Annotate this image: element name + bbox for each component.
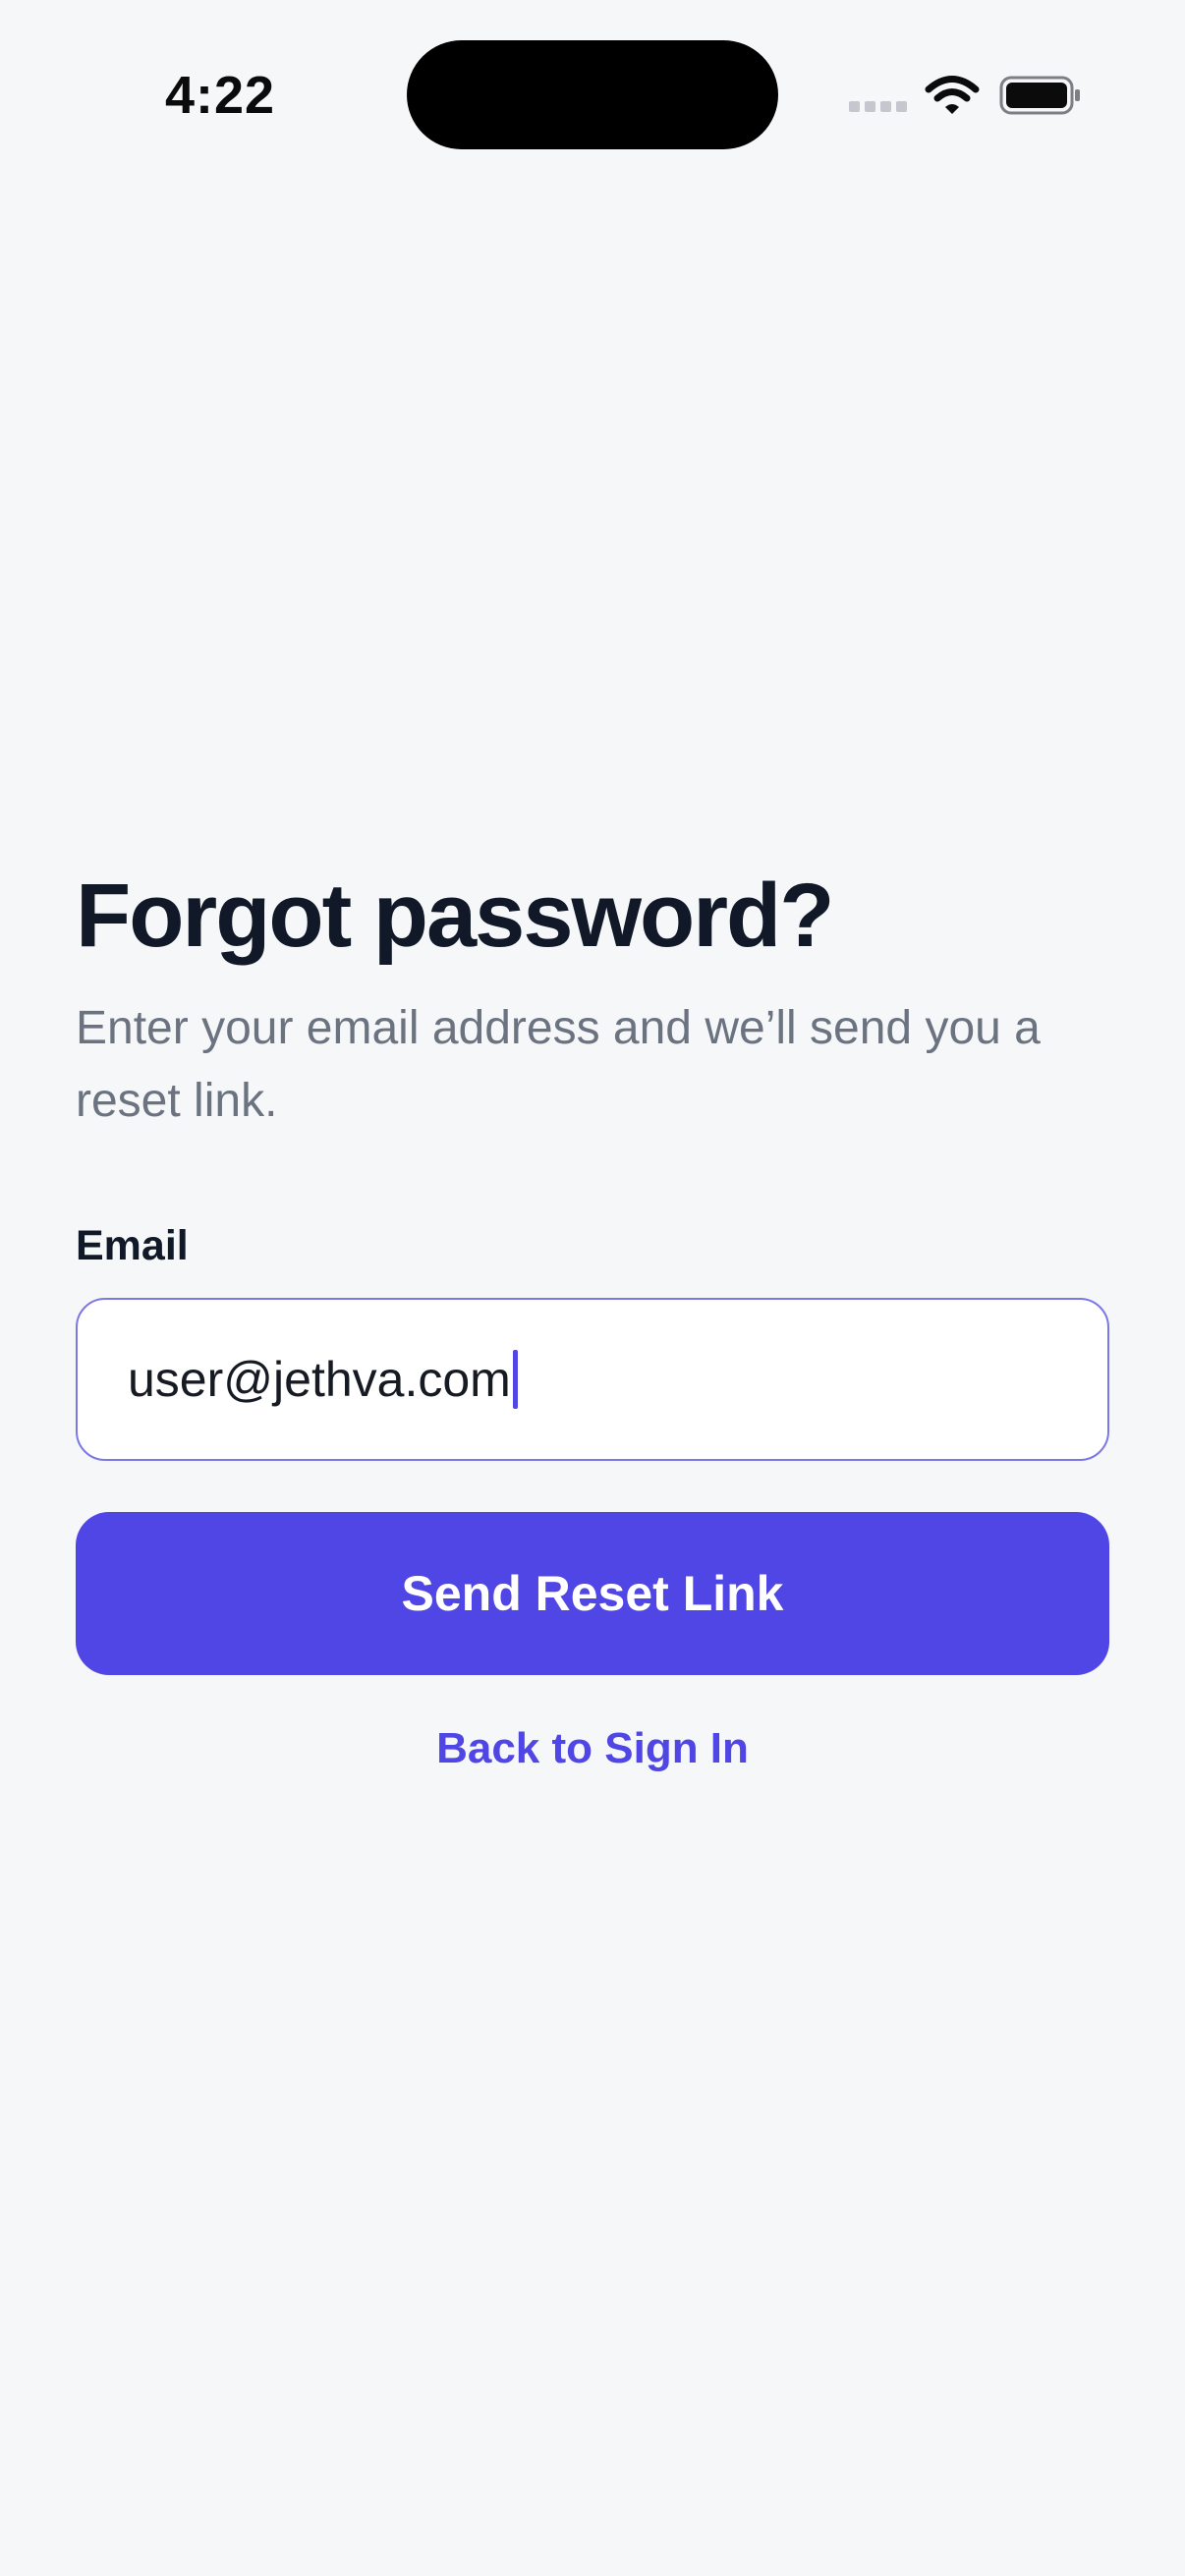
signal-icon [849, 101, 908, 115]
send-reset-link-button[interactable]: Send Reset Link [76, 1511, 1109, 1675]
wifi-icon [925, 76, 980, 114]
dynamic-island [407, 40, 778, 149]
status-bar: 4:22 [0, 0, 1185, 187]
email-label: Email [76, 1221, 189, 1269]
page-title: Forgot password? [76, 866, 834, 966]
status-time: 4:22 [165, 66, 276, 125]
battery-icon [999, 76, 1080, 115]
forgot-password-form: Forgot password? Enter your email addres… [76, 865, 1109, 1773]
text-cursor [512, 1349, 518, 1409]
email-value: user@jethva.com [128, 1351, 511, 1407]
email-field[interactable]: user@jethva.com [76, 1297, 1109, 1461]
back-to-sign-in-link[interactable]: Back to Sign In [76, 1724, 1109, 1773]
page-subtitle: Enter your email address and we’ll send … [76, 1001, 1041, 1127]
